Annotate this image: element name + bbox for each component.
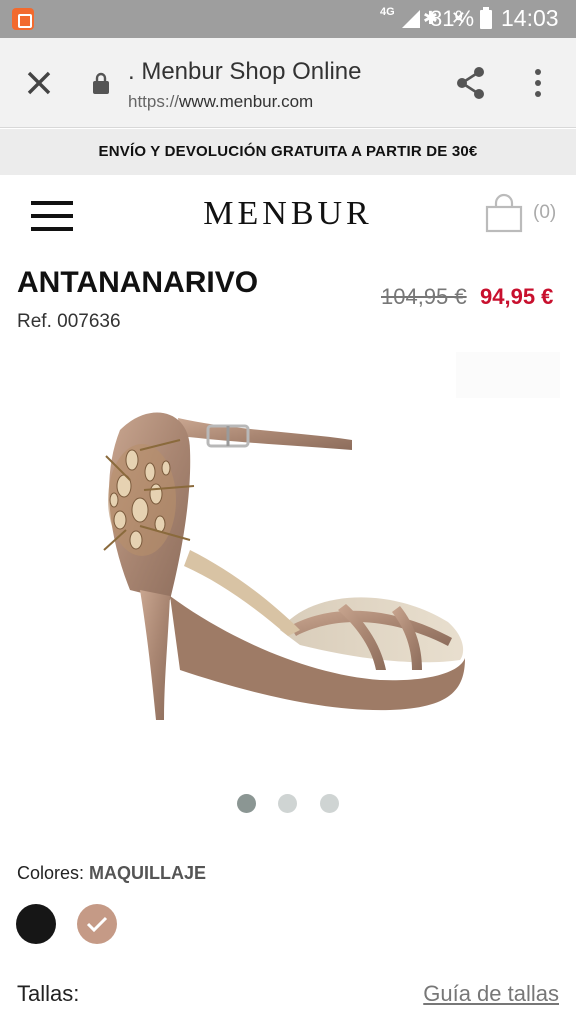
size-guide-link[interactable]: Guía de tallas [423, 981, 559, 1007]
selected-color: MAQUILLAJE [89, 863, 207, 883]
original-price: 104,95 € [381, 284, 467, 309]
sizes-label: Tallas: [17, 981, 80, 1006]
color-swatch-black[interactable] [16, 904, 56, 944]
shopping-bag-icon[interactable] [484, 193, 524, 233]
product-ref: Ref. 007636 [17, 311, 121, 332]
promo-banner: ENVÍO Y DEVOLUCIÓN GRATUITA A PARTIR DE … [0, 129, 576, 175]
checkmark-icon [86, 916, 108, 933]
browser-toolbar: . Menbur Shop Online https://www.menbur.… [0, 38, 576, 128]
page-url[interactable]: https://www.menbur.com [128, 92, 313, 112]
status-bar: ✱ ✕ 4G 81% 14:03 [0, 0, 576, 38]
color-swatch-maquillaje[interactable] [77, 904, 117, 944]
notification-app-icon [12, 8, 34, 30]
overflow-menu-icon[interactable] [526, 66, 550, 100]
signal-icon [402, 10, 420, 28]
colors-label-text: Colores: [17, 863, 85, 883]
carousel-dot-1[interactable] [237, 794, 256, 813]
battery-percent: 81% [430, 6, 475, 31]
product-name: ANTANANARIVO [17, 266, 259, 299]
carousel-dot-3[interactable] [320, 794, 339, 813]
url-host: www.menbur.com [179, 92, 314, 111]
url-scheme: https:// [128, 92, 180, 111]
share-icon[interactable] [452, 64, 490, 102]
clock: 14:03 [501, 5, 559, 31]
page-title: . Menbur Shop Online [128, 58, 362, 85]
image-carousel-dots [0, 794, 576, 814]
colors-label: Colores: MAQUILLAJE [17, 863, 206, 884]
carousel-dot-2[interactable] [278, 794, 297, 813]
cart-count[interactable]: (0) [533, 202, 556, 224]
lock-icon [93, 72, 109, 94]
close-icon[interactable] [22, 66, 56, 100]
battery-icon [480, 7, 492, 29]
product-image[interactable] [60, 390, 520, 740]
site-header: MENBUR (0) [0, 175, 576, 255]
network-type: 4G [380, 6, 395, 18]
sale-price: 94,95 € [480, 284, 554, 309]
